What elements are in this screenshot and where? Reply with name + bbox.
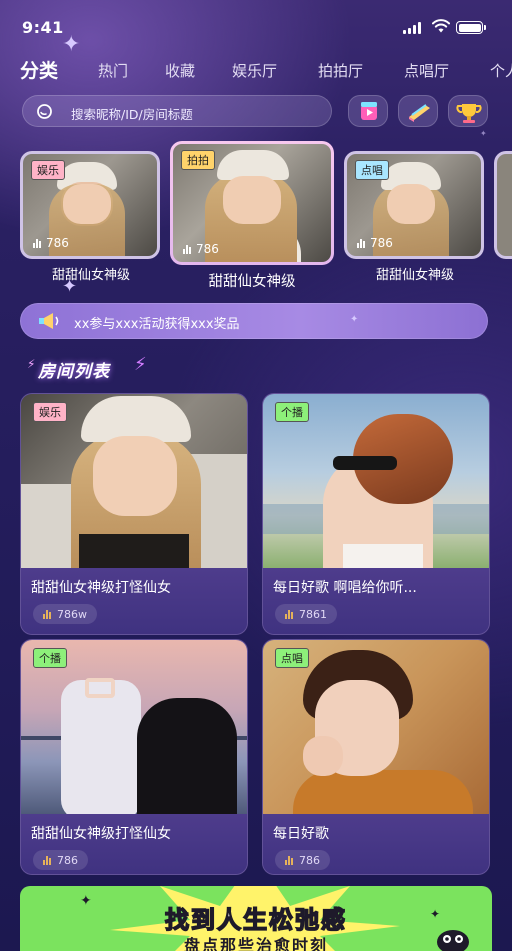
tab-yuleting[interactable]: 娱乐厅 [232, 60, 277, 81]
hot-count: 7861 [275, 604, 337, 624]
tab-paipaiting[interactable]: 拍拍厅 [318, 60, 363, 81]
tab-shoucang[interactable]: 收藏 [165, 60, 195, 81]
status-time: 9:41 [22, 18, 64, 37]
hot-count: 786w [33, 604, 97, 624]
hot-bars-icon [43, 855, 51, 865]
clapper-icon [361, 102, 377, 120]
hot-count: 786 [275, 850, 330, 870]
room-tag: 个播 [33, 648, 67, 668]
hot-count: 786 [33, 850, 88, 870]
viewer-count: 786 [33, 236, 69, 250]
hot-bars-icon [183, 244, 191, 254]
room-cover-image: 点唱 [263, 640, 489, 814]
signal-icon [403, 22, 421, 34]
tab-geren[interactable]: 个人 [490, 60, 512, 81]
lightning-icon: ⚡ [134, 354, 147, 375]
category-tabs: 分类 热门 收藏 娱乐厅 拍拍厅 点唱厅 个人 [20, 56, 512, 86]
search-icon [37, 104, 52, 119]
room-card[interactable]: 个播 每日好歌 啊唱给你听... 7861 [262, 393, 490, 635]
room-cover-image: 个播 [21, 640, 247, 814]
hot-bars-icon [285, 855, 293, 865]
wifi-icon [432, 19, 450, 33]
room-card[interactable]: 点唱 每日好歌 786 [262, 639, 490, 875]
room-tag: 拍拍 [181, 150, 215, 170]
viewer-count-value: 786 [46, 236, 69, 250]
live-button[interactable] [348, 95, 388, 127]
search-bar[interactable]: 搜索昵称/ID/房间标题 [22, 95, 332, 127]
room-cover-image: 个播 [263, 394, 489, 568]
featured-room-card-active[interactable]: 拍拍 786 [170, 141, 334, 265]
room-cover-image: 拍拍 786 [173, 144, 331, 262]
megaphone-icon [39, 313, 59, 329]
notice-text: xx参与xxx活动获得xxx奖品 [74, 317, 240, 332]
lightning-icon: ⚡ [27, 357, 36, 371]
book-button[interactable] [398, 95, 438, 127]
room-title: 每日好歌 [273, 826, 329, 842]
room-cover-image: 娱乐 [21, 394, 247, 568]
room-tag: 点唱 [275, 648, 309, 668]
featured-room-title: 甜甜仙女神级 [375, 268, 454, 283]
viewer-count-value: 786 [196, 242, 219, 256]
hot-count-value: 7861 [299, 607, 327, 621]
room-tag: 个播 [275, 402, 309, 422]
hot-bars-icon [357, 238, 365, 248]
banner-subtitle: 盘点那些治愈时刻 [183, 936, 328, 951]
hot-count-value: 786w [57, 607, 87, 621]
trophy-icon [456, 104, 482, 123]
tab-fenlei[interactable]: 分类 [20, 56, 58, 83]
hot-count-value: 786 [299, 853, 320, 867]
featured-room-card[interactable] [494, 151, 512, 259]
battery-icon [456, 21, 486, 34]
section-title: 房间列表 [38, 362, 110, 382]
tab-remen[interactable]: 热门 [98, 60, 128, 81]
room-card[interactable]: 娱乐 甜甜仙女神级打怪仙女 786w [20, 393, 248, 635]
status-bar: 9:41 [0, 0, 512, 60]
featured-room-title: 甜甜仙女神级 [51, 268, 130, 283]
room-cover-image: 点唱 786 [347, 154, 481, 256]
room-tag: 点唱 [355, 160, 389, 180]
room-title: 每日好歌 啊唱给你听... [273, 580, 417, 596]
notice-bar[interactable]: xx参与xxx活动获得xxx奖品 ✦ [20, 303, 488, 339]
book-icon [409, 104, 430, 122]
room-card[interactable]: 个播 甜甜仙女神级打怪仙女 786 [20, 639, 248, 875]
room-title: 甜甜仙女神级打怪仙女 [31, 826, 171, 842]
promo-banner[interactable]: ✦ ✦ 找到人生松弛感 盘点那些治愈时刻 [20, 886, 492, 951]
featured-room-title: 甜甜仙女神级 [208, 274, 296, 290]
ranking-button[interactable] [448, 95, 488, 127]
sparkle-icon: ✦ [480, 129, 487, 138]
featured-room-card[interactable]: 点唱 786 [344, 151, 484, 259]
banner-title: 找到人生松弛感 [164, 905, 347, 935]
sparkle-icon: ✦ [350, 314, 359, 325]
featured-room-card[interactable]: 娱乐 786 [20, 151, 160, 259]
room-cover-image: 娱乐 786 [23, 154, 157, 256]
viewer-count-value: 786 [370, 236, 393, 250]
search-placeholder: 搜索昵称/ID/房间标题 [71, 107, 193, 122]
hot-bars-icon [43, 609, 51, 619]
cartoon-face-icon [437, 930, 469, 951]
viewer-count: 786 [357, 236, 393, 250]
viewer-count: 786 [183, 242, 219, 256]
hot-bars-icon [285, 609, 293, 619]
tab-dianchangting[interactable]: 点唱厅 [404, 60, 449, 81]
room-tag: 娱乐 [33, 402, 67, 422]
hot-count-value: 786 [57, 853, 78, 867]
room-title: 甜甜仙女神级打怪仙女 [31, 580, 171, 596]
room-tag: 娱乐 [31, 160, 65, 180]
hot-bars-icon [33, 238, 41, 248]
